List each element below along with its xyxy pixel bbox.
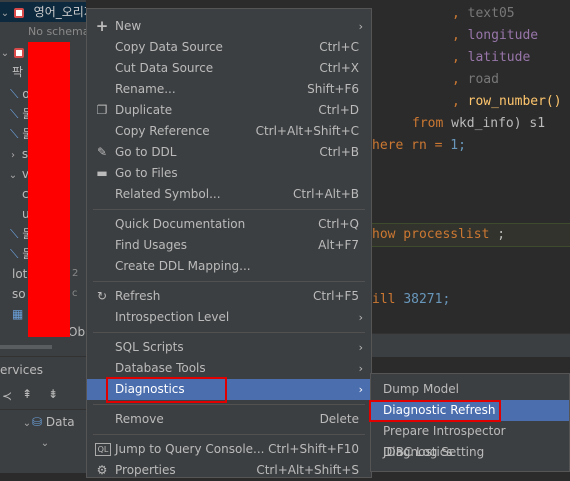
menu-item-properties[interactable]: ⚙ Properties Ctrl+Alt+Shift+S: [87, 460, 371, 481]
code-line: , longitude: [452, 28, 539, 43]
menu-item-related-symbol[interactable]: Related Symbol... Ctrl+Alt+B: [87, 184, 371, 205]
expand-all-icon[interactable]: ⇞: [22, 387, 32, 401]
menu-item-create-ddl-mapping[interactable]: Create DDL Mapping...: [87, 256, 371, 277]
menu-item-find-usages[interactable]: Find Usages Alt+F7: [87, 235, 371, 256]
pencil-icon: ✎: [96, 145, 108, 159]
context-menu: + New › Copy Data Source Ctrl+C Cut Data So…: [86, 8, 372, 478]
services-title: ervices: [0, 363, 43, 377]
datasource-icon: [13, 47, 24, 58]
submenu-arrow-icon: ›: [358, 383, 363, 396]
tree-row-label: so: [12, 287, 26, 301]
console-icon: QL: [95, 443, 111, 456]
collapse-icon[interactable]: ≺: [2, 389, 12, 403]
submenu-arrow-icon: ›: [358, 362, 363, 375]
menu-separator: [93, 332, 365, 333]
code-editor[interactable]: , text05 , longitude , latitude , road ,…: [372, 0, 570, 357]
schema-icon: ▦: [12, 307, 24, 321]
code-line: , row_number(): [452, 94, 562, 109]
menu-separator: [93, 209, 365, 210]
tree-row-label: lot: [12, 267, 28, 281]
submenu-arrow-icon: ›: [358, 341, 363, 354]
tree-row-label: 영어_오리지 은연 01: [33, 5, 86, 19]
count-badge: c: [72, 288, 78, 299]
submenu-item-prepare-introspector-diagnostics[interactable]: Prepare Introspector Diagnostics: [371, 421, 569, 459]
menu-item-database-tools[interactable]: Database Tools ›: [87, 358, 371, 379]
menu-item-copy-data-source[interactable]: Copy Data Source Ctrl+C: [87, 37, 371, 58]
chevron-down-icon[interactable]: ⌄: [0, 44, 10, 62]
menu-item-go-to-files[interactable]: ▬ Go to Files: [87, 163, 371, 184]
submenu-item-dump-model[interactable]: Dump Model: [371, 379, 569, 400]
collapse-all-icon[interactable]: ⇟: [48, 387, 58, 401]
menu-separator: [93, 434, 365, 435]
chevron-down-icon[interactable]: ⌄: [8, 166, 18, 184]
code-line: , road: [452, 72, 499, 87]
services-row-data[interactable]: ⌄⛁ Data: [22, 415, 75, 429]
submenu-item-jdbc-log-setting[interactable]: JDBC Log Setting: [371, 442, 569, 463]
tree-row-datasource-1[interactable]: ⌄ 영어_오리지 은연 01: [0, 2, 86, 22]
menu-separator: [93, 404, 365, 405]
tree-row-label: 팍: [12, 65, 24, 79]
menu-item-duplicate[interactable]: ❐ Duplicate Ctrl+D: [87, 100, 371, 121]
code-line: , text05: [452, 6, 515, 21]
duplicate-icon: ❐: [96, 103, 108, 117]
submenu-arrow-icon: ›: [358, 311, 363, 324]
submenu-arrow-icon: ›: [358, 20, 363, 33]
code-line: here rn = 1;: [372, 138, 466, 153]
chevron-down-icon[interactable]: ⌄: [22, 418, 32, 429]
datasource-icon: [13, 7, 24, 18]
tree-row-label: Ob: [68, 325, 86, 339]
plus-icon: +: [95, 17, 109, 35]
menu-item-cut-data-source[interactable]: Cut Data Source Ctrl+X: [87, 58, 371, 79]
count-badge: 2: [72, 268, 79, 279]
code-line: ill 38271;: [372, 292, 451, 307]
code-line: from wkd_info) s1: [412, 116, 546, 131]
code-line: how processlist ;: [372, 227, 506, 242]
menu-item-rename[interactable]: Rename... Shift+F6: [87, 79, 371, 100]
menu-item-remove[interactable]: Remove Delete: [87, 409, 371, 430]
chevron-right-icon[interactable]: ›: [8, 146, 18, 164]
horizontal-scrollbar[interactable]: [0, 345, 52, 349]
menu-item-go-to-ddl[interactable]: ✎ Go to DDL Ctrl+B: [87, 142, 371, 163]
services-toolbar: ≺ ⇞ ⇟: [0, 387, 86, 410]
services-data-label: Data: [45, 415, 75, 429]
diagnostics-submenu: Dump Model Diagnostic Refresh Prepare In…: [369, 373, 570, 472]
folder-icon: ▬: [96, 166, 108, 180]
services-panel: ervices ≺ ⇞ ⇟ ⌄⛁ Data ⌄: [0, 356, 86, 473]
menu-item-refresh[interactable]: ↻ Refresh Ctrl+F5: [87, 286, 371, 307]
menu-item-introspection-level[interactable]: Introspection Level ›: [87, 307, 371, 328]
services-subrow[interactable]: ⌄: [40, 435, 50, 449]
menu-item-sql-scripts[interactable]: SQL Scripts ›: [87, 337, 371, 358]
highlight-frame-diagnostic-refresh: [369, 400, 501, 422]
redaction-block: [28, 42, 70, 337]
menu-item-new[interactable]: + New ›: [87, 16, 371, 37]
chevron-down-icon[interactable]: ⌄: [0, 4, 10, 22]
menu-item-copy-reference[interactable]: Copy Reference Ctrl+Alt+Shift+C: [87, 121, 371, 142]
menu-item-quick-documentation[interactable]: Quick Documentation Ctrl+Q: [87, 214, 371, 235]
chevron-down-icon[interactable]: ⌄: [40, 438, 50, 449]
database-tree-panel: ⌄ 영어_오리지 은연 01 No schemas ⌄ 팍 ⟍ oo ⟍ 물_ …: [0, 0, 95, 356]
highlight-frame-diagnostics: [106, 377, 227, 403]
refresh-icon: ↻: [96, 289, 108, 303]
menu-item-jump-to-query-console[interactable]: QL Jump to Query Console... Ctrl+Shift+F10: [87, 439, 371, 460]
menu-separator: [93, 281, 365, 282]
code-line: , latitude: [452, 50, 531, 65]
properties-icon: ⚙: [96, 463, 108, 477]
database-icon: ⛁: [32, 415, 43, 429]
editor-footer: [372, 333, 570, 357]
